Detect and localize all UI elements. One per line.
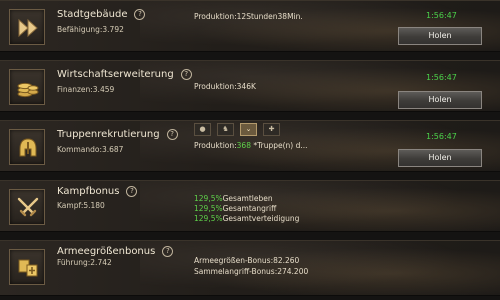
archer-tab-icon[interactable]: ⌄: [240, 123, 257, 136]
help-icon[interactable]: ?: [126, 186, 138, 197]
countdown-timer: 1:56:47: [426, 73, 457, 82]
collect-button[interactable]: Holen: [398, 91, 482, 109]
army-bonus-list: Armeegrößen-Bonus:82.260 Sammelangriff-B…: [194, 255, 308, 277]
help-icon[interactable]: ?: [162, 246, 174, 257]
shield-tab-icon[interactable]: ●: [194, 123, 211, 136]
bonus-list: 129,5%Gesamtleben 129,5%Gesamtangriff 12…: [194, 194, 299, 224]
siege-tab-icon[interactable]: ✚: [263, 123, 280, 136]
coins-icon: [9, 69, 45, 105]
building-row-wirtschaft: Wirtschaftserweiterung? Finanzen:3.459 P…: [0, 60, 500, 112]
collect-button[interactable]: Holen: [398, 149, 482, 167]
building-row-stadtgebaeude: Stadtgebäude? Befähigung:3.792 Produktio…: [0, 0, 500, 52]
bonus-line-angriff: 129,5%Gesamtangriff: [194, 204, 277, 213]
crossed-swords-icon: [9, 189, 45, 225]
building-row-truppen: ● ♞ ⌄ ✚ Truppenrekrutierung? Kommando:3.…: [0, 120, 500, 172]
row-stat: Führung:2.742: [57, 258, 112, 267]
production-text: Produktion:368 *Truppe(n) d...: [194, 141, 308, 150]
countdown-timer: 1:56:47: [426, 132, 457, 141]
row-stat: Kommando:3.687: [57, 145, 124, 154]
army-size-bonus: Armeegrößen-Bonus:82.260: [194, 256, 300, 265]
bonus-row-kampf: Kampfbonus? Kampf:5.180 129,5%Gesamtlebe…: [0, 180, 500, 232]
row-title: Wirtschaftserweiterung?: [57, 69, 192, 80]
row-title: Kampfbonus?: [57, 186, 138, 197]
row-stat: Befähigung:3.792: [57, 25, 124, 34]
army-banner-icon: [9, 249, 45, 285]
bonus-line-leben: 129,5%Gesamtleben: [194, 194, 273, 203]
bonus-row-armee: Armeegrößenbonus? Führung:2.742 Armeegrö…: [0, 240, 500, 296]
production-text: Produktion:12Stunden38Min.: [194, 12, 303, 21]
help-icon[interactable]: ?: [134, 9, 146, 20]
row-title: Stadtgebäude?: [57, 9, 146, 20]
rally-attack-bonus: Sammelangriff-Bonus:274.200: [194, 267, 309, 276]
help-icon[interactable]: ?: [166, 129, 178, 140]
help-icon[interactable]: ?: [180, 69, 192, 80]
fast-forward-icon: [9, 9, 45, 45]
cavalry-tab-icon[interactable]: ♞: [217, 123, 234, 136]
collect-button[interactable]: Holen: [398, 27, 482, 45]
row-title: Truppenrekrutierung?: [57, 129, 178, 140]
helmet-icon: [9, 129, 45, 165]
row-stat: Kampf:5.180: [57, 201, 105, 210]
countdown-timer: 1:56:47: [426, 11, 457, 20]
bonus-line-verteidigung: 129,5%Gesamtverteidigung: [194, 214, 300, 223]
row-stat: Finanzen:3.459: [57, 85, 115, 94]
row-title: Armeegrößenbonus?: [57, 246, 174, 257]
production-text: Produktion:346K: [194, 82, 256, 91]
